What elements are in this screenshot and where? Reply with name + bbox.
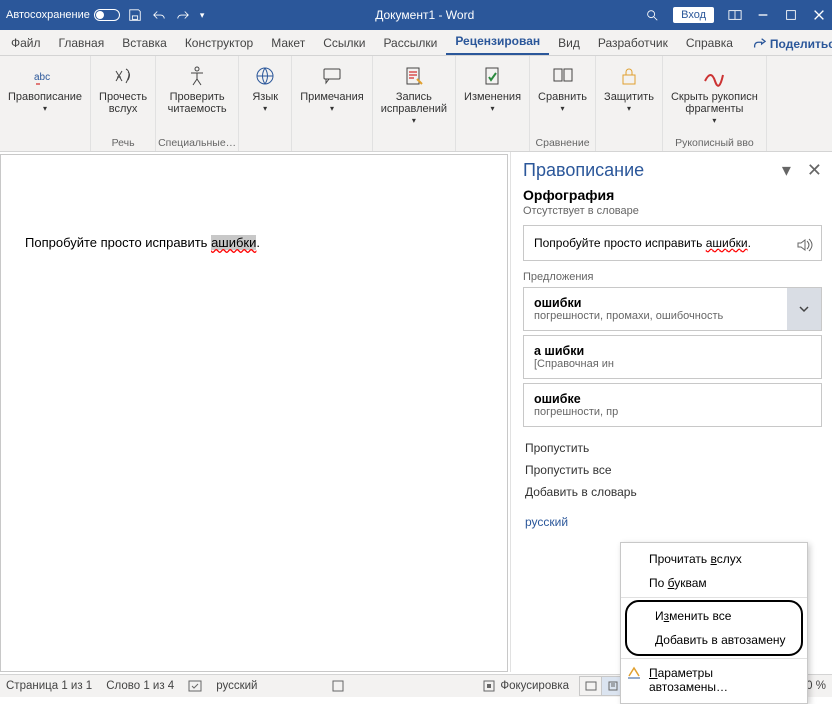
document-area[interactable]: Попробуйте просто исправить ашибки. xyxy=(0,154,508,672)
login-button[interactable]: Вход xyxy=(673,7,714,23)
suggestion-context-menu: Прочитать вслух По буквам Изменить все Д… xyxy=(620,542,808,704)
tab-file[interactable]: Файл xyxy=(2,31,50,55)
autocorrect-options-icon xyxy=(627,666,641,680)
qat-more-icon[interactable]: ▾ xyxy=(200,10,205,21)
tab-design[interactable]: Конструктор xyxy=(176,31,262,55)
tab-mailings[interactable]: Рассылки xyxy=(374,31,446,55)
separator xyxy=(621,658,807,659)
autosave-label: Автосохранение xyxy=(6,9,90,21)
changes-icon xyxy=(482,65,504,87)
view-read[interactable] xyxy=(580,677,602,695)
focus-icon xyxy=(482,679,496,693)
macro-icon[interactable] xyxy=(331,679,345,693)
hide-ink-button[interactable]: Скрыть рукописн фрагменты▾ xyxy=(665,60,764,136)
tab-help[interactable]: Справка xyxy=(677,31,742,55)
language-link[interactable]: русский xyxy=(523,509,822,535)
spelling-icon: abc xyxy=(32,66,58,86)
ctx-add-autocorrect[interactable]: Добавить в автозамену xyxy=(627,628,801,652)
sentence-box: Попробуйте просто исправить ашибки. xyxy=(523,225,822,261)
tab-home[interactable]: Главная xyxy=(50,31,114,55)
separator xyxy=(621,597,807,598)
maximize-icon[interactable] xyxy=(784,8,798,22)
save-icon[interactable] xyxy=(128,8,142,22)
compare-button[interactable]: Сравнить▾ xyxy=(532,60,593,136)
page-status[interactable]: Страница 1 из 1 xyxy=(6,680,92,692)
tab-review[interactable]: Рецензирован xyxy=(446,29,549,55)
ignore-all[interactable]: Пропустить все xyxy=(523,459,822,481)
changes-button[interactable]: Изменения▾ xyxy=(458,60,527,148)
protect-icon xyxy=(618,65,640,87)
accessibility-button[interactable]: Проверить читаемость xyxy=(162,60,233,136)
window-title: Документ1 - Word xyxy=(212,8,637,22)
highlighted-group: Изменить все Добавить в автозамену xyxy=(625,600,803,656)
track-changes-icon xyxy=(403,65,425,87)
ribbon: abc Правописание▾ Прочесть вслух Речь Пр… xyxy=(0,56,832,152)
tab-layout[interactable]: Макет xyxy=(262,31,314,55)
suggestion-3[interactable]: ошибке погрешности, пр xyxy=(523,383,822,427)
search-icon[interactable] xyxy=(645,8,659,22)
document-text: Попробуйте просто исправить ашибки. xyxy=(25,235,260,250)
redo-icon[interactable] xyxy=(176,8,190,22)
error-word[interactable]: ашибки xyxy=(211,235,256,250)
speaker-icon[interactable] xyxy=(795,236,813,257)
quick-access: ▾ xyxy=(128,8,205,22)
add-to-dict[interactable]: Добавить в словарь xyxy=(523,481,822,503)
display-options-icon[interactable] xyxy=(728,8,742,22)
panel-actions: Пропустить Пропустить все Добавить в сло… xyxy=(523,431,822,509)
spelling-button[interactable]: abc Правописание▾ xyxy=(2,60,88,148)
title-right: Вход xyxy=(645,7,826,23)
read-aloud-button[interactable]: Прочесть вслух xyxy=(93,60,153,136)
compare-icon xyxy=(552,65,574,87)
tab-developer[interactable]: Разработчик xyxy=(589,31,677,55)
close-icon[interactable] xyxy=(812,8,826,22)
share-icon xyxy=(752,37,766,51)
language-button[interactable]: Язык▾ xyxy=(241,60,289,148)
autosave-toggle[interactable]: Автосохранение xyxy=(6,9,120,21)
tab-insert[interactable]: Вставка xyxy=(113,31,176,55)
accessibility-icon xyxy=(184,63,210,89)
word-status[interactable]: Слово 1 из 4 xyxy=(106,680,174,692)
share-label: Поделиться xyxy=(770,37,832,51)
read-aloud-icon xyxy=(110,63,136,89)
minimize-icon[interactable] xyxy=(756,8,770,22)
toggle-icon xyxy=(94,9,120,21)
panel-note: Отсутствует в словаре xyxy=(523,205,822,217)
panel-options-icon[interactable]: ▾ xyxy=(782,160,791,181)
comments-button[interactable]: Примечания▾ xyxy=(294,60,370,148)
language-icon xyxy=(254,65,276,87)
language-status[interactable]: русский xyxy=(216,680,257,692)
ctx-read-aloud[interactable]: Прочитать вслух xyxy=(621,547,807,571)
focus-mode[interactable]: Фокусировка xyxy=(482,679,569,693)
ctx-change-all[interactable]: Изменить все xyxy=(627,604,801,628)
titlebar: Автосохранение ▾ Документ1 - Word Вход xyxy=(0,0,832,30)
panel-close-icon[interactable]: ✕ xyxy=(807,160,822,181)
panel-subtitle: Орфография xyxy=(523,187,822,203)
panel-title: Правописание ▾ ✕ xyxy=(523,160,822,181)
svg-text:abc: abc xyxy=(34,72,50,83)
suggestions-label: Предложения xyxy=(523,271,822,283)
suggestion-1[interactable]: ошибки погрешности, промахи, ошибочность xyxy=(523,287,822,331)
tab-references[interactable]: Ссылки xyxy=(314,31,374,55)
ctx-spell-out[interactable]: По буквам xyxy=(621,571,807,595)
track-changes-button[interactable]: Запись исправлений▾ xyxy=(375,60,453,148)
comments-icon xyxy=(321,65,343,87)
ribbon-tabs: Файл Главная Вставка Конструктор Макет С… xyxy=(0,30,832,56)
hide-ink-icon xyxy=(701,65,727,87)
chevron-down-icon[interactable] xyxy=(787,288,821,330)
undo-icon[interactable] xyxy=(152,8,166,22)
suggestion-2[interactable]: а шибки [Справочная ин xyxy=(523,335,822,379)
protect-button[interactable]: Защитить▾ xyxy=(598,60,660,148)
tab-view[interactable]: Вид xyxy=(549,31,589,55)
share-button[interactable]: Поделиться xyxy=(742,33,832,55)
ctx-autocorrect-options[interactable]: Параметры автозамены… xyxy=(621,661,807,699)
ignore-once[interactable]: Пропустить xyxy=(523,437,822,459)
proofing-icon[interactable] xyxy=(188,679,202,693)
